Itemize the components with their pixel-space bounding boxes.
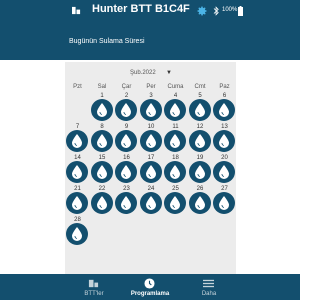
- calendar-day[interactable]: 25: [163, 186, 188, 214]
- water-drop-icon: [213, 161, 235, 183]
- calendar-day[interactable]: 16: [114, 155, 139, 183]
- calendar-day[interactable]: 22: [90, 186, 115, 214]
- calendar-day[interactable]: 11: [163, 124, 188, 152]
- calendar-day[interactable]: 2: [114, 93, 139, 121]
- calendar-day[interactable]: 8: [90, 124, 115, 152]
- calendar-day[interactable]: 18: [163, 155, 188, 183]
- calendar-day[interactable]: 1: [90, 93, 115, 121]
- calendar-day[interactable]: 23: [114, 186, 139, 214]
- water-drop-icon: [139, 192, 162, 214]
- water-drop-icon: [66, 192, 88, 214]
- app-title: Hunter BTT B1C4F: [92, 3, 190, 15]
- battery-icon: [238, 6, 243, 16]
- water-drop-icon: [139, 99, 162, 121]
- water-drop-icon: [213, 99, 235, 121]
- section-header: Bugünün Sulama Süresi: [0, 23, 300, 60]
- water-drop-icon: [115, 192, 137, 214]
- water-drop-icon: [66, 223, 88, 245]
- calendar-day[interactable]: 17: [139, 155, 164, 183]
- section-title: Bugünün Sulama Süresi: [69, 38, 145, 45]
- calendar-day[interactable]: 24: [139, 186, 164, 214]
- water-drop-icon: [188, 192, 211, 214]
- app-logo-icon: [72, 6, 81, 15]
- water-drop-icon: [139, 130, 162, 152]
- calendar-day[interactable]: 28: [65, 217, 90, 245]
- nav-item-more[interactable]: Daha: [184, 274, 234, 300]
- water-drop-icon: [164, 130, 186, 152]
- calendar-day[interactable]: 6: [212, 93, 237, 121]
- calendar-day[interactable]: 20: [212, 155, 237, 183]
- calendar-day[interactable]: 7: [65, 124, 90, 152]
- calendar-day[interactable]: 15: [90, 155, 115, 183]
- water-drop-icon: [188, 161, 211, 183]
- water-drop-icon: [213, 130, 235, 152]
- water-drop-icon: [115, 161, 137, 183]
- calendar-day[interactable]: 10: [139, 124, 164, 152]
- water-drop-icon: [188, 130, 211, 152]
- nav-label-btts: BTT'ler: [84, 291, 104, 297]
- calendar-day[interactable]: 27: [212, 186, 237, 214]
- water-drop-icon: [90, 161, 113, 183]
- water-drop-icon: [66, 130, 88, 152]
- calendar-day[interactable]: 26: [188, 186, 213, 214]
- calendar-day[interactable]: 14: [65, 155, 90, 183]
- calendar-day[interactable]: 19: [188, 155, 213, 183]
- water-drop-icon: [115, 99, 137, 121]
- water-drop-icon: [164, 192, 186, 214]
- nav-label-more: Daha: [201, 291, 217, 297]
- clock-icon: [144, 278, 155, 289]
- calendar-panel: Şub.2022 ▼ Pzt Sal Çar Per Cuma Cmt Paz 123456…: [65, 62, 236, 274]
- water-drop-icon: [164, 99, 186, 121]
- bluetooth-icon: [213, 6, 219, 16]
- calendar-day[interactable]: 4: [163, 93, 188, 121]
- water-drop-icon: [164, 161, 186, 183]
- battery-percentage: 100%: [222, 7, 238, 13]
- gear-icon[interactable]: [196, 5, 208, 17]
- water-drop-icon: [90, 192, 113, 214]
- water-drop-icon: [90, 130, 113, 152]
- nav-item-btts[interactable]: BTT'ler: [69, 274, 119, 300]
- water-drop-icon: [213, 192, 235, 214]
- bluetooth-device-icon: [88, 279, 99, 288]
- calendar-day[interactable]: 13: [212, 124, 237, 152]
- water-drop-icon: [188, 99, 211, 121]
- status-bar: Hunter BTT B1C4F 100%: [0, 0, 300, 23]
- bottom-navigation: BTT'ler Programlama Daha: [0, 274, 300, 300]
- water-drop-icon: [139, 161, 162, 183]
- calendar-days: 1 2 3 4 5 6 7 8 9 10 11 12 13 14 15 16 17 18 19 20 21 22 23 24 2…: [65, 62, 236, 274]
- nav-label-programming: Programlama: [130, 291, 170, 297]
- water-drop-icon: [115, 130, 137, 152]
- calendar-day[interactable]: 9: [114, 124, 139, 152]
- water-drop-icon: [90, 99, 113, 121]
- calendar-day[interactable]: 21: [65, 186, 90, 214]
- calendar-day[interactable]: 5: [188, 93, 213, 121]
- nav-item-programming[interactable]: Programlama: [125, 274, 175, 300]
- water-drop-icon: [66, 161, 88, 183]
- menu-icon: [203, 279, 214, 288]
- calendar-day[interactable]: 3: [139, 93, 164, 121]
- calendar-day[interactable]: 12: [188, 124, 213, 152]
